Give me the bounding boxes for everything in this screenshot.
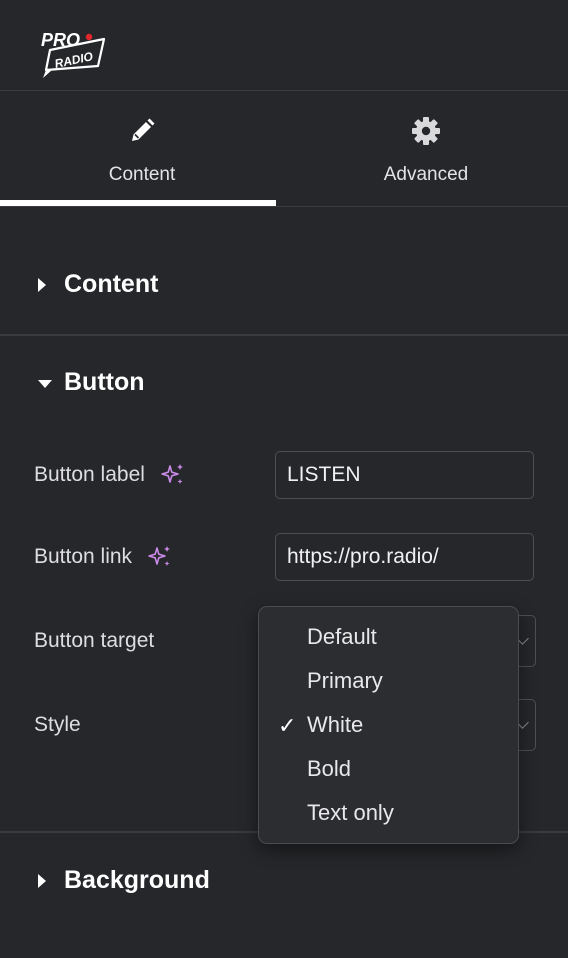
panel-header: PRO RADIO <box>0 0 568 91</box>
button-link-input[interactable] <box>275 533 534 581</box>
button-label-field-label: Button label <box>34 463 185 487</box>
dropdown-option-text-only[interactable]: Text only <box>259 792 518 836</box>
style-field-label: Style <box>34 713 81 736</box>
pro-radio-logo: PRO RADIO <box>38 26 108 83</box>
ai-sparkle-icon[interactable] <box>160 463 185 487</box>
tab-advanced[interactable]: Advanced <box>284 91 568 206</box>
section-button-header[interactable]: Button <box>0 354 568 414</box>
checkmark-icon: ✓ <box>278 713 297 738</box>
section-content-header[interactable]: Content <box>0 256 568 316</box>
active-tab-indicator <box>0 200 276 206</box>
gear-icon <box>410 115 442 147</box>
option-label: White <box>307 712 364 737</box>
pencil-icon <box>126 115 158 147</box>
button-link-label-text: Button link <box>34 545 133 568</box>
tab-content[interactable]: Content <box>0 91 284 206</box>
section-background-header[interactable]: Background <box>0 852 568 912</box>
dropdown-option-primary[interactable]: Primary <box>259 660 518 704</box>
caret-right-icon <box>38 874 46 888</box>
tab-advanced-label: Advanced <box>383 164 469 185</box>
panel-tabs: Content Advanced <box>0 91 568 207</box>
dropdown-option-default[interactable]: Default <box>259 616 518 660</box>
section-divider <box>0 334 568 336</box>
caret-down-icon <box>38 380 52 388</box>
dropdown-option-bold[interactable]: Bold <box>259 748 518 792</box>
option-label: Text only <box>307 800 394 825</box>
option-label: Bold <box>307 756 352 781</box>
dropdown-option-white[interactable]: ✓ White <box>259 704 518 748</box>
style-dropdown-menu: Default Primary ✓ White Bold Text only <box>258 606 519 844</box>
button-label-input[interactable] <box>275 451 534 499</box>
caret-right-icon <box>38 278 46 292</box>
option-label: Default <box>307 624 377 649</box>
option-label: Primary <box>307 668 383 693</box>
ai-sparkle-icon[interactable] <box>148 545 172 569</box>
button-target-field-label: Button target <box>34 629 155 652</box>
tab-content-label: Content <box>108 164 176 185</box>
section-background-title: Background <box>64 866 210 894</box>
section-button-title: Button <box>64 368 145 396</box>
section-content-title: Content <box>64 270 159 298</box>
button-label-label-text: Button label <box>34 463 145 486</box>
button-link-field-label: Button link <box>34 545 172 569</box>
